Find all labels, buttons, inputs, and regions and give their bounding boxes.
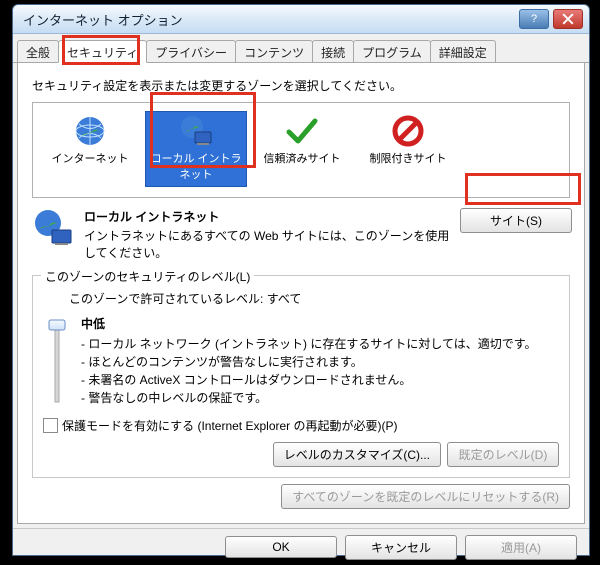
- tab-privacy[interactable]: プライバシー: [146, 40, 236, 62]
- zone-label: ローカル イントラネット: [148, 150, 244, 182]
- level-name: 中低: [81, 315, 559, 333]
- allowed-levels: このゾーンで許可されているレベル: すべて: [69, 290, 559, 307]
- security-level-slider[interactable]: [43, 315, 71, 407]
- ok-button[interactable]: OK: [225, 536, 337, 558]
- protected-mode-checkbox[interactable]: [43, 418, 58, 433]
- default-level-button[interactable]: 既定のレベル(D): [447, 442, 559, 467]
- close-icon: [562, 13, 574, 25]
- globe-monitor-icon-large: [32, 208, 74, 248]
- zone-description: ローカル イントラネット イントラネットにあるすべての Web サイトには、この…: [32, 208, 570, 261]
- titlebar: インターネット オプション ?: [13, 5, 589, 34]
- zone-label: 制限付きサイト: [360, 150, 456, 166]
- level-legend: このゾーンのセキュリティのレベル(L): [41, 268, 254, 285]
- close-button[interactable]: [553, 9, 583, 29]
- zone-desc-header: ローカル イントラネット: [84, 208, 450, 225]
- protected-mode-row[interactable]: 保護モードを有効にする (Internet Explorer の再起動が必要)(…: [43, 417, 559, 434]
- tab-content-security: セキュリティ設定を表示または変更するゾーンを選択してください。 インターネット …: [17, 63, 585, 524]
- zone-restricted-sites[interactable]: 制限付きサイト: [357, 111, 459, 187]
- custom-level-button[interactable]: レベルのカスタマイズ(C)...: [273, 442, 441, 467]
- tab-advanced[interactable]: 詳細設定: [430, 40, 496, 62]
- apply-button[interactable]: 適用(A): [465, 535, 577, 560]
- tab-strip: 全般 セキュリティ プライバシー コンテンツ 接続 プログラム 詳細設定: [13, 40, 589, 63]
- zone-label: インターネット: [42, 150, 138, 166]
- tab-security[interactable]: セキュリティ: [58, 40, 147, 63]
- zone-list: インターネット ローカル イントラネット 信頼済みサイト 制限付きサイト: [32, 102, 570, 198]
- tab-general[interactable]: 全般: [17, 40, 59, 62]
- zone-local-intranet[interactable]: ローカル イントラネット: [145, 111, 247, 187]
- globe-icon: [42, 114, 138, 148]
- tab-programs[interactable]: プログラム: [353, 40, 431, 62]
- zone-desc-body: イントラネットにあるすべての Web サイトには、このゾーンを使用してください。: [84, 227, 450, 261]
- tab-content[interactable]: コンテンツ: [235, 40, 313, 62]
- globe-monitor-icon: [148, 114, 244, 148]
- zone-trusted-sites[interactable]: 信頼済みサイト: [251, 111, 353, 187]
- checkmark-icon: [254, 114, 350, 148]
- level-points: ローカル ネットワーク (イントラネット) に存在するサイトに対しては、適切です…: [81, 335, 559, 407]
- zone-instruction: セキュリティ設定を表示または変更するゾーンを選択してください。: [32, 77, 570, 94]
- internet-options-dialog: インターネット オプション ? 全般 セキュリティ プライバシー コンテンツ 接…: [12, 4, 590, 556]
- zone-internet[interactable]: インターネット: [39, 111, 141, 187]
- zone-label: 信頼済みサイト: [254, 150, 350, 166]
- window-title: インターネット オプション: [23, 10, 519, 29]
- cancel-button[interactable]: キャンセル: [345, 535, 457, 560]
- sites-button[interactable]: サイト(S): [460, 208, 572, 233]
- dialog-footer: OK キャンセル 適用(A): [13, 528, 589, 565]
- slider-icon: [45, 316, 69, 406]
- window-buttons: ?: [519, 9, 583, 29]
- security-level-box: このゾーンのセキュリティのレベル(L) このゾーンで許可されているレベル: すべ…: [32, 275, 570, 478]
- help-button[interactable]: ?: [519, 9, 549, 29]
- protected-mode-label: 保護モードを有効にする (Internet Explorer の再起動が必要)(…: [62, 417, 398, 434]
- reset-all-zones-button[interactable]: すべてのゾーンを既定のレベルにリセットする(R): [281, 484, 570, 509]
- forbidden-icon: [360, 114, 456, 148]
- tab-connections[interactable]: 接続: [312, 40, 354, 62]
